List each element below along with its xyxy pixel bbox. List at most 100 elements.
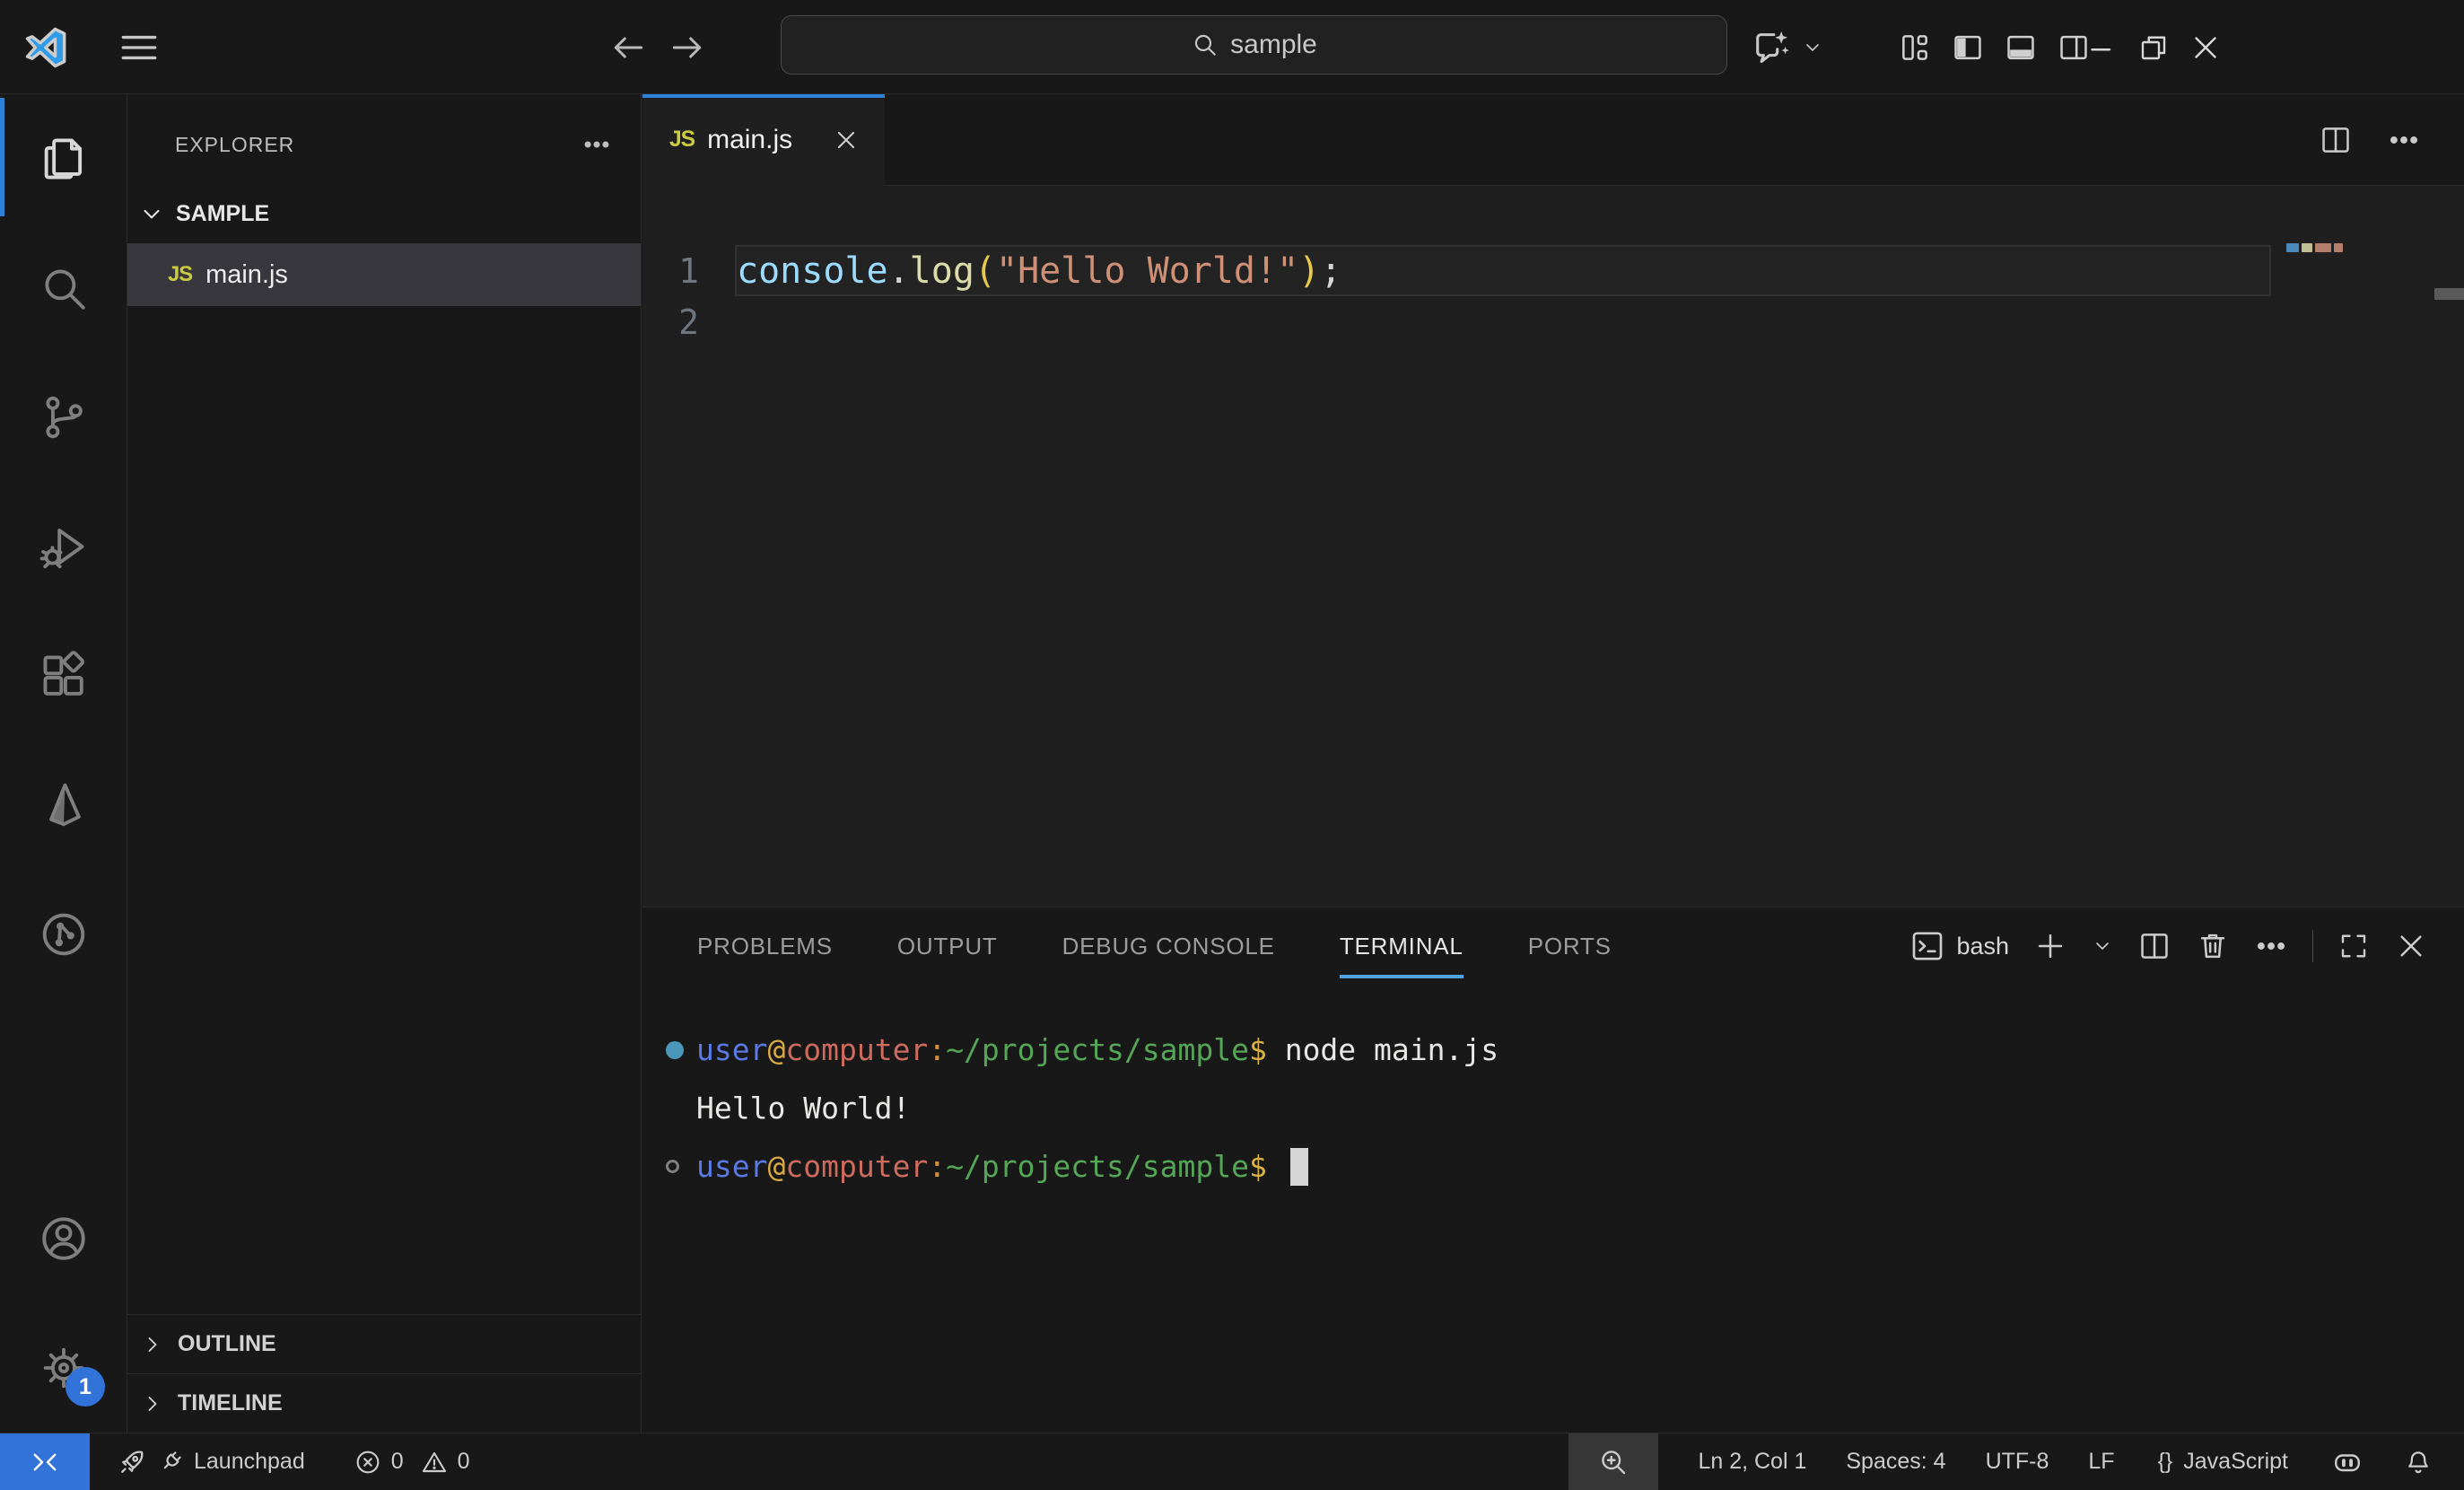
menu-icon[interactable] xyxy=(117,0,162,94)
tab-mainjs[interactable]: JS main.js xyxy=(642,94,885,186)
minimize-icon[interactable] xyxy=(2082,19,2121,76)
zoom-status-item[interactable] xyxy=(1568,1433,1658,1490)
terminal-line: Hello World! xyxy=(696,1079,2464,1137)
panel-tab-debug-console[interactable]: DEBUG CONSOLE xyxy=(1062,907,1275,985)
toggle-primary-sidebar-icon[interactable] xyxy=(1948,19,1988,76)
status-bar-right: Ln 2, Col 1 Spaces: 4 UTF-8 LF {} JavaSc… xyxy=(1568,1433,2433,1490)
close-window-icon[interactable] xyxy=(2186,19,2225,76)
minimap-segment xyxy=(2334,243,2343,252)
timeline-label: TIMELINE xyxy=(178,1390,283,1416)
more-actions-icon[interactable] xyxy=(581,129,612,160)
minimap-segment xyxy=(2302,243,2312,252)
line-number: 1 xyxy=(642,251,699,291)
search-icon xyxy=(38,262,90,314)
editor-actions xyxy=(2319,94,2464,186)
toggle-panel-icon[interactable] xyxy=(2001,19,2040,76)
panel-tab-bar: PROBLEMS OUTPUT DEBUG CONSOLE TERMINAL PORTS… xyxy=(642,907,2464,985)
folder-section-sample[interactable]: SAMPLE xyxy=(127,184,641,243)
copilot-menu[interactable] xyxy=(1752,0,1823,94)
activity-bar-top xyxy=(0,94,127,999)
split-editor-icon[interactable] xyxy=(2319,123,2353,157)
explorer-title: EXPLORER xyxy=(175,133,294,157)
notifications-bell-icon[interactable] xyxy=(2403,1447,2433,1477)
run-debug-icon xyxy=(38,521,90,573)
terminal-text: @ xyxy=(767,1032,785,1067)
activity-bar-item-extensions[interactable] xyxy=(0,611,127,741)
activity-bar-item-search[interactable] xyxy=(0,224,127,353)
indentation[interactable]: Spaces: 4 xyxy=(1846,1449,1945,1475)
close-tab-icon[interactable] xyxy=(833,127,860,153)
terminal-instance[interactable]: bash xyxy=(1909,928,2009,964)
chevron-down-icon xyxy=(1802,37,1823,58)
plug-icon xyxy=(156,1448,185,1477)
more-actions-icon[interactable] xyxy=(2254,929,2288,963)
terminal-text: @ xyxy=(767,1149,785,1184)
command-center-search[interactable]: sample xyxy=(781,15,1727,74)
outline-section[interactable]: OUTLINE xyxy=(127,1314,641,1373)
code-editor[interactable]: 1console.log("Hello World!");2 xyxy=(642,186,2464,907)
braces-icon: {} xyxy=(2158,1449,2173,1475)
go-back-icon[interactable] xyxy=(608,28,648,67)
activity-bar-item-run-debug[interactable] xyxy=(0,482,127,611)
js-file-icon: JS xyxy=(168,262,192,287)
minimap-segment xyxy=(2315,243,2331,252)
layout-controls xyxy=(1895,0,2093,94)
file-item-mainjs[interactable]: JS main.js xyxy=(127,243,641,306)
command-decoration-icon[interactable] xyxy=(666,1041,684,1059)
close-panel-icon[interactable] xyxy=(2394,929,2428,963)
toolbar-divider xyxy=(2312,930,2313,962)
kill-terminal-icon[interactable] xyxy=(2196,929,2230,963)
new-terminal-icon[interactable] xyxy=(2033,929,2067,963)
terminal-text: user xyxy=(696,1149,767,1184)
terminal-line: user@computer:~/projects/sample$ xyxy=(696,1137,2464,1196)
maximize-panel-icon[interactable] xyxy=(2337,930,2370,962)
panel-tab-terminal[interactable]: TERMINAL xyxy=(1340,907,1464,985)
go-forward-icon[interactable] xyxy=(668,28,707,67)
activity-bar-spacer xyxy=(0,999,127,1174)
account-icon xyxy=(38,1213,90,1265)
customize-layout-icon[interactable] xyxy=(1895,19,1935,76)
eol[interactable]: LF xyxy=(2088,1449,2114,1475)
restore-icon[interactable] xyxy=(2134,19,2173,76)
launchpad-label: Launchpad xyxy=(194,1449,305,1475)
vscode-window: sample xyxy=(0,0,2464,1490)
editor-tab-bar: JS main.js xyxy=(642,94,2464,186)
minimap[interactable] xyxy=(2286,243,2343,252)
code-lines: 1console.log("Hello World!");2 xyxy=(642,240,2464,907)
problems-item[interactable]: 0 0 xyxy=(350,1433,474,1490)
bottom-panel: PROBLEMS OUTPUT DEBUG CONSOLE TERMINAL PORTS… xyxy=(642,907,2464,1433)
split-terminal-icon[interactable] xyxy=(2137,929,2171,963)
panel-tab-output[interactable]: OUTPUT xyxy=(897,907,998,985)
panel-tab-problems[interactable]: PROBLEMS xyxy=(697,907,833,985)
activity-bar-item-dependency-graph[interactable] xyxy=(0,870,127,999)
terminal-text: : xyxy=(928,1149,946,1184)
pyramid-icon xyxy=(38,779,90,831)
language-mode[interactable]: {} JavaScript xyxy=(2154,1433,2292,1490)
terminal-content[interactable]: user@computer:~/projects/sample$ node ma… xyxy=(642,985,2464,1433)
editor-region: JS main.js JS main. xyxy=(642,94,2464,1433)
activity-bar-item-settings-gear[interactable]: 1 xyxy=(0,1303,127,1433)
activity-bar-item-account[interactable] xyxy=(0,1174,127,1303)
language-label: JavaScript xyxy=(2183,1449,2288,1475)
command-decoration-icon[interactable] xyxy=(666,1160,679,1173)
panel-tab-ports[interactable]: PORTS xyxy=(1528,907,1612,985)
timeline-section[interactable]: TIMELINE xyxy=(127,1373,641,1433)
activity-bar-item-pyramid[interactable] xyxy=(0,741,127,870)
activity-bar-item-explorer-files[interactable] xyxy=(0,94,127,224)
activity-bar-item-source-control[interactable] xyxy=(0,353,127,482)
terminal-text: user xyxy=(696,1032,767,1067)
cursor-position[interactable]: Ln 2, Col 1 xyxy=(1698,1449,1806,1475)
minimap-segment xyxy=(2286,243,2299,252)
more-actions-icon[interactable] xyxy=(2387,123,2421,157)
launchpad-item[interactable]: Launchpad xyxy=(113,1433,309,1490)
copilot-status-icon[interactable] xyxy=(2331,1446,2364,1478)
line-number: 2 xyxy=(642,302,699,342)
remote-indicator[interactable] xyxy=(0,1433,90,1490)
encoding[interactable]: UTF-8 xyxy=(1986,1449,2049,1475)
terminal-text: $ xyxy=(1249,1149,1267,1184)
chevron-down-icon[interactable] xyxy=(2092,935,2113,957)
status-bar-left: Launchpad 0 0 xyxy=(0,1433,474,1490)
extensions-icon xyxy=(38,650,90,702)
chevron-right-icon xyxy=(140,1391,165,1416)
scrollbar-thumb[interactable] xyxy=(2434,288,2464,300)
